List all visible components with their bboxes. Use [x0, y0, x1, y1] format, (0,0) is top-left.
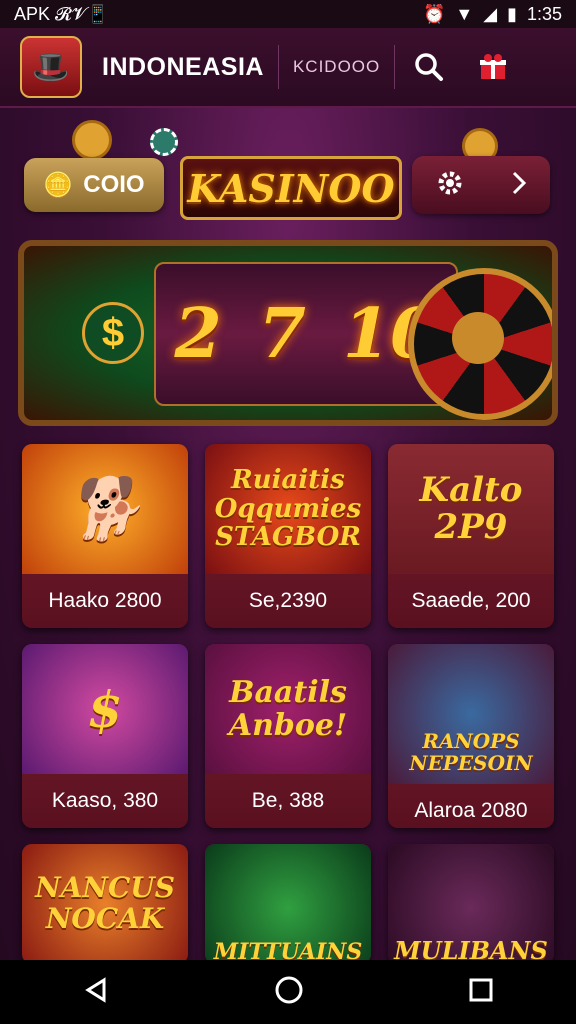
- coin-stack-icon: 🪙: [43, 171, 74, 199]
- gear-icon: [434, 167, 466, 204]
- game-caption: Alaroa 2080: [414, 799, 528, 822]
- game-art: Baatils Anboe!: [205, 644, 371, 774]
- app-bar: 🎩 INDONEASIA KCIDOOO: [0, 28, 576, 108]
- recents-icon[interactable]: [468, 977, 494, 1008]
- chip-decoration: [150, 128, 178, 156]
- game-card[interactable]: Ruiaitis Oqqumies STAGBOR Se,2390: [205, 444, 371, 628]
- chevron-right-icon: [509, 170, 529, 201]
- signal-icon: ◢: [483, 3, 498, 24]
- game-caption: Kaaso, 380: [51, 789, 159, 812]
- status-time: 1:35: [526, 3, 562, 24]
- reel-digit: 2: [174, 294, 222, 374]
- divider: [394, 45, 396, 89]
- game-art: $: [22, 644, 188, 774]
- game-art: Kalto 2P9: [388, 444, 554, 574]
- game-art: Ruiaitis Oqqumies STAGBOR: [205, 444, 371, 574]
- game-caption: Saaede, 200: [411, 589, 531, 612]
- roulette-wheel: [408, 268, 552, 420]
- divider: [277, 45, 279, 89]
- avatar[interactable]: 🎩: [20, 36, 82, 98]
- app-title: INDONEASIA: [102, 52, 264, 81]
- slot-machine-banner[interactable]: $ 2 7 10: [18, 240, 558, 426]
- game-card[interactable]: $ Kaaso, 380: [22, 644, 188, 828]
- dollar-coin: $: [82, 302, 144, 364]
- game-art: MITTUAINS: [205, 844, 371, 964]
- game-art: 🐕: [22, 444, 188, 574]
- search-icon[interactable]: [409, 47, 449, 87]
- game-card[interactable]: 🐕 Haako 2800: [22, 444, 188, 628]
- kasino-logo: KASINOO: [180, 156, 402, 220]
- app-code: KCIDOOO: [292, 57, 381, 76]
- alarm-icon: ⏰: [422, 3, 446, 24]
- game-art: NANCUS NOCAK: [22, 844, 188, 964]
- back-icon[interactable]: [82, 976, 110, 1009]
- game-card[interactable]: MULIBANS: [388, 844, 554, 964]
- game-card[interactable]: NANCUS NOCAK: [22, 844, 188, 964]
- home-icon[interactable]: [274, 975, 304, 1010]
- game-grid: 🐕 Haako 2800 Ruiaitis Oqqumies STAGBOR S…: [22, 444, 554, 964]
- gift-icon[interactable]: [473, 47, 513, 87]
- game-card[interactable]: Baatils Anboe! Be, 388: [205, 644, 371, 828]
- settings-button[interactable]: [412, 156, 550, 214]
- game-card[interactable]: Kalto 2P9 Saaede, 200: [388, 444, 554, 628]
- battery-icon: ▮: [507, 3, 517, 24]
- game-caption: Be, 388: [251, 789, 325, 812]
- game-caption: Se,2390: [248, 589, 328, 612]
- status-bar: APK 𝓡𝓥📱 ⏰ ▼ ◢ ▮ 1:35: [0, 0, 576, 28]
- game-card[interactable]: MITTUAINS: [205, 844, 371, 964]
- wifi-icon: ▼: [455, 3, 474, 24]
- status-left: APK 𝓡𝓥📱: [14, 3, 110, 24]
- game-art: MULIBANS: [388, 844, 554, 964]
- coins-label: COIO: [83, 171, 145, 198]
- game-caption: Haako 2800: [48, 589, 162, 612]
- reel-digit: 7: [258, 294, 306, 374]
- game-card[interactable]: RANOPS NEPESOIN Alaroa 2080: [388, 644, 554, 828]
- system-nav-bar: [0, 960, 576, 1024]
- coin-decoration: [72, 120, 112, 160]
- game-art: RANOPS NEPESOIN: [388, 644, 554, 784]
- coins-button[interactable]: 🪙 COIO: [24, 158, 164, 212]
